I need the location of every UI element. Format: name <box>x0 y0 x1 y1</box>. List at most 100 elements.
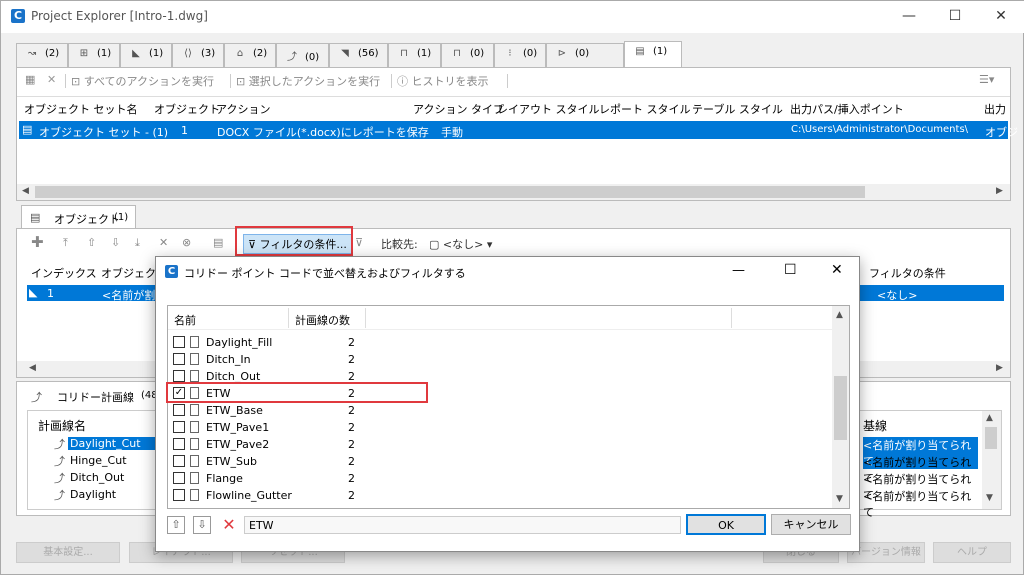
item-checkbox[interactable] <box>173 336 185 348</box>
tab-surface[interactable]: ⌂ (2) <box>224 43 276 67</box>
tab-alignment[interactable]: ↝ (2) <box>16 43 68 67</box>
tab-pipe[interactable]: ⊓ (1) <box>388 43 441 67</box>
header-objects[interactable]: オブジェクト <box>154 101 220 117</box>
add-icon[interactable]: ▦ <box>25 73 35 86</box>
item-name: ETW_Pave1 <box>206 421 270 434</box>
featureline-icon: ⤴ <box>54 438 65 451</box>
header-table-style[interactable]: テーブル スタイル <box>692 101 783 117</box>
object-toolbar: ✚ ⤒ ⇧ ⇩ ⤓ ✕ ⊗ ▤ ⊽ フィルタの条件... ⊽ 比較先: ▢ <な… <box>17 231 1010 257</box>
table-row[interactable]: ▤ オブジェクト セット - (1) 1 DOCX ファイル(*.docx)にレ… <box>19 121 1018 139</box>
item-checkbox[interactable] <box>173 489 185 501</box>
list-item[interactable]: ETW_Sub 2 <box>168 453 828 470</box>
dialog-close-button[interactable]: ✕ <box>831 262 843 278</box>
maximize-button[interactable]: ☐ <box>932 1 978 33</box>
header-layout-style[interactable]: レイアウト スタイル <box>497 101 600 117</box>
tab-sampleline[interactable]: ⁝ (0) <box>494 43 546 67</box>
clear-icon[interactable]: ⊗ <box>182 236 191 249</box>
dialog-minimize-button[interactable]: — <box>732 263 745 278</box>
item-checkbox[interactable] <box>173 455 185 467</box>
ok-button[interactable]: OK <box>686 514 766 535</box>
view-options-icon[interactable]: ☰▾ <box>979 73 994 86</box>
header-object-set-name[interactable]: オブジェクト セット名 <box>24 101 138 117</box>
move-down-icon[interactable]: ⇩ <box>111 236 120 249</box>
civil3d-logo-icon: C <box>11 9 25 23</box>
header-output[interactable]: 出力 <box>984 101 1006 117</box>
item-count: 2 <box>348 438 355 451</box>
move-top-icon[interactable]: ⤒ <box>63 236 68 250</box>
compare-label: 比較先: <box>381 238 418 251</box>
vertical-scrollbar[interactable]: ▲ ▼ <box>832 306 849 508</box>
list-item[interactable]: Flange 2 <box>168 470 828 487</box>
tab-objectset[interactable]: ▤ (1) <box>624 41 682 67</box>
close-button[interactable]: ✕ <box>978 1 1024 33</box>
compare-dropdown[interactable]: ▢ <なし> ▾ <box>429 236 492 252</box>
item-checkbox[interactable] <box>173 472 185 484</box>
point-code-list: 名前 計画線の数 Daylight_Fill 2 Ditch_In 2 Ditch_Ou… <box>167 305 850 509</box>
delete-icon[interactable]: ✕ <box>220 516 238 534</box>
move-bottom-icon[interactable]: ⤓ <box>135 236 140 250</box>
history-button[interactable]: ⓘ ヒストリを表示 <box>397 73 489 89</box>
featureline-icon: ⤴ <box>31 391 42 404</box>
move-up-icon[interactable]: ⇧ <box>167 516 185 534</box>
header-baseline[interactable]: 基線 <box>863 417 887 434</box>
list-icon[interactable]: ▤ <box>213 236 223 249</box>
item-checkbox[interactable] <box>173 370 185 382</box>
cancel-button[interactable]: キャンセル <box>771 514 851 535</box>
dialog-logo-icon: C <box>165 265 178 278</box>
header-index[interactable]: インデックス <box>31 265 97 281</box>
header-filter[interactable]: フィルタの条件 <box>869 265 946 281</box>
tab-section[interactable]: ◥ (56) <box>329 43 388 67</box>
tab-count: (0) <box>575 48 590 59</box>
move-down-icon[interactable]: ⇩ <box>193 516 211 534</box>
minimize-button[interactable]: — <box>886 1 932 33</box>
delete-icon[interactable]: ✕ <box>47 73 56 86</box>
filter-clear-icon[interactable]: ⊽ <box>355 236 363 249</box>
settings-button[interactable]: 基本設定... <box>16 542 120 563</box>
tab-count: (0) <box>523 48 538 59</box>
dialog-maximize-button[interactable]: ☐ <box>784 262 797 278</box>
move-up-icon[interactable]: ⇧ <box>87 236 96 249</box>
header-action[interactable]: アクション <box>216 101 270 117</box>
add-object-icon[interactable]: ✚ <box>31 233 44 251</box>
tab-corridor[interactable]: ◣ (1) <box>120 43 172 67</box>
list-item[interactable]: ETW_Pave1 2 <box>168 419 828 436</box>
help-button[interactable]: ヘルプ <box>933 542 1011 563</box>
header-name[interactable]: 名前 <box>174 312 196 328</box>
remove-icon[interactable]: ✕ <box>159 236 168 249</box>
run-all-button[interactable]: ⊡ すべてのアクションを実行 <box>71 73 214 89</box>
tab-assembly[interactable]: ⟨⟩ (3) <box>172 43 224 67</box>
item-checkbox[interactable] <box>173 404 185 416</box>
item-checkbox[interactable] <box>173 438 185 450</box>
item-checkbox[interactable] <box>173 353 185 365</box>
tab-label[interactable]: ⊳ (0) <box>546 43 624 67</box>
tab-profile[interactable]: ⊞ (1) <box>68 43 120 67</box>
objects-tab-label: オブジェクト <box>54 213 120 226</box>
action-toolbar: ▦ ✕ ⊡ すべてのアクションを実行 ⊡ 選択したアクションを実行 ⓘ ヒストリ… <box>17 68 1010 94</box>
header-action-type[interactable]: アクション タイプ <box>413 101 504 117</box>
item-count: 2 <box>348 336 355 349</box>
tab-structure[interactable]: ⊓ (0) <box>441 43 494 67</box>
cell-filter: <なし> <box>877 289 918 302</box>
filter-text-field[interactable]: ETW <box>244 516 681 534</box>
tab-featureline[interactable]: ⤴ (0) <box>276 43 329 67</box>
list-item[interactable]: ETW_Base 2 <box>168 402 828 419</box>
tab-objects[interactable]: ▤ オブジェクト (1) <box>21 205 136 229</box>
run-selected-button[interactable]: ⊡ 選択したアクションを実行 <box>236 73 380 89</box>
header-count[interactable]: 計画線の数 <box>295 312 350 328</box>
objects-tab-icon: ▤ <box>30 211 41 224</box>
header-report-style[interactable]: レポート スタイル <box>599 101 691 117</box>
cell-object: <名前が割 <box>102 289 156 302</box>
list-item[interactable]: Daylight_Fill 2 <box>168 334 828 351</box>
header-featureline-name[interactable]: 計画線名 <box>38 417 86 434</box>
item-checkbox[interactable] <box>173 421 185 433</box>
item-count: 2 <box>348 489 355 502</box>
list-item[interactable]: ETW_Pave2 2 <box>168 436 828 453</box>
vertical-scrollbar[interactable]: ▲ ▼ <box>982 411 1001 509</box>
list-item[interactable]: Ditch_In 2 <box>168 351 828 368</box>
header-output-path[interactable]: 出力パス/挿入ポイント <box>790 101 904 117</box>
list-item[interactable]: Flowline_Gutter 2 <box>168 487 828 504</box>
point-code-icon <box>190 336 199 348</box>
point-code-icon <box>190 438 199 450</box>
featureline-icon: ⤴ <box>287 52 297 63</box>
horizontal-scrollbar[interactable]: ◀ ▶ <box>17 184 1010 200</box>
